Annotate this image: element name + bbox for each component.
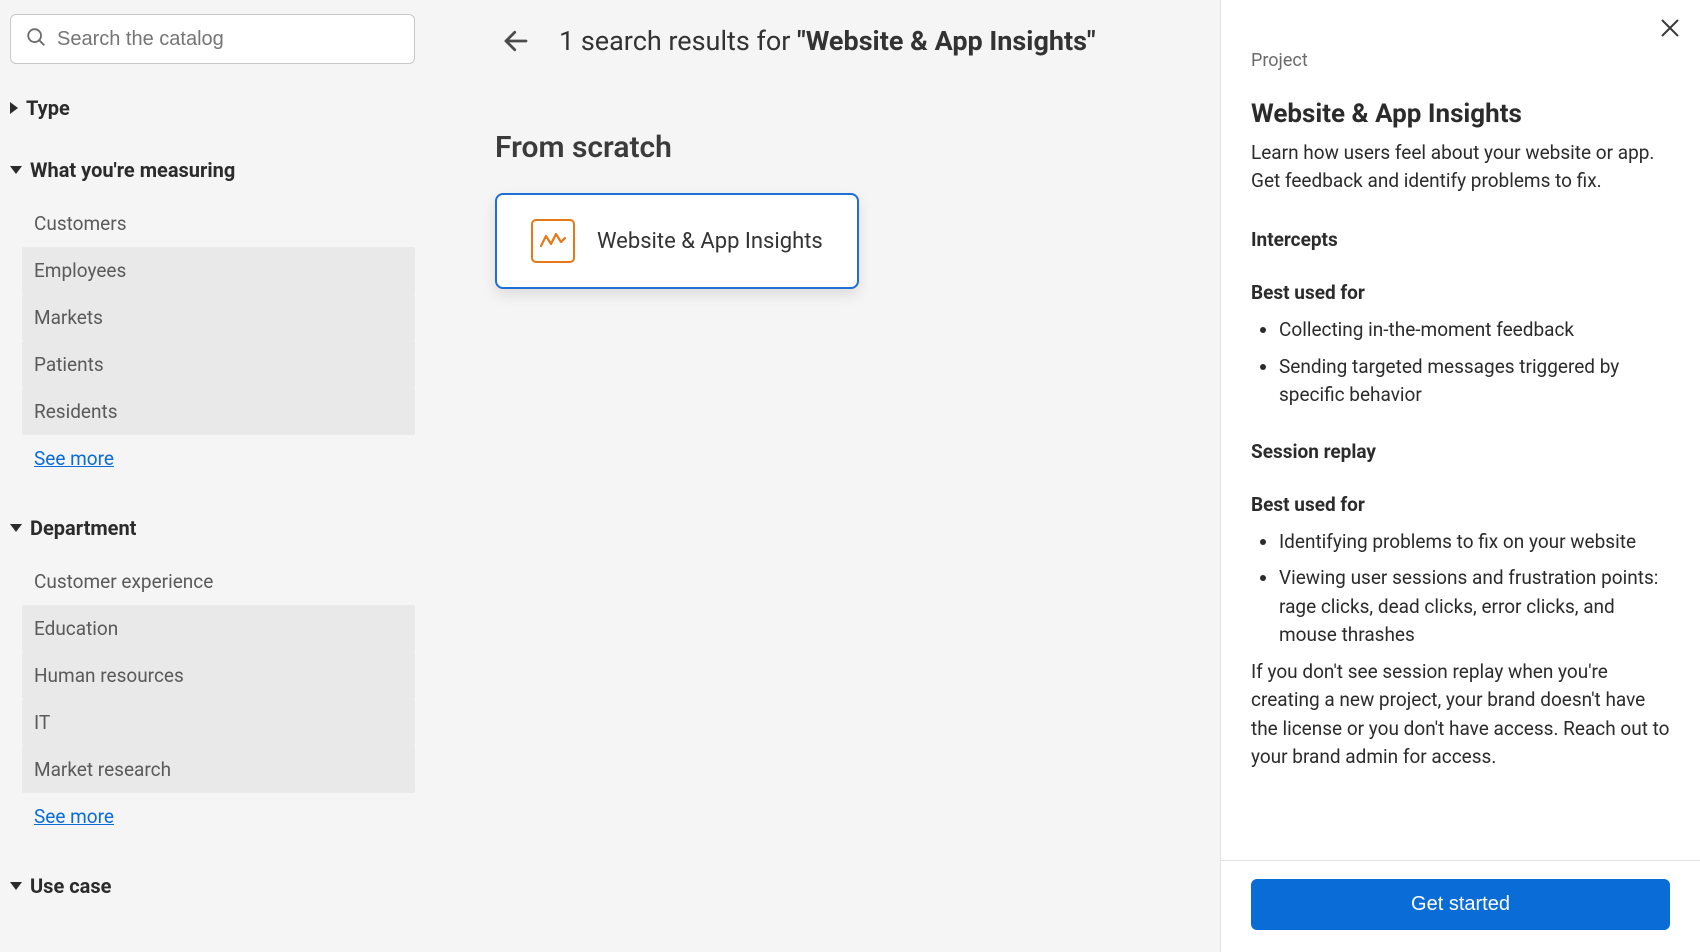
- filter-item[interactable]: Customers: [22, 200, 415, 247]
- best-used-for-label: Best used for: [1251, 281, 1670, 304]
- filter-item[interactable]: Patients: [22, 341, 415, 388]
- filter-item[interactable]: Employees: [22, 247, 415, 294]
- search-field-wrapper[interactable]: [10, 14, 415, 64]
- filter-item[interactable]: Human resources: [22, 652, 415, 699]
- filter-measuring-label: What you're measuring: [30, 158, 235, 182]
- detail-kicker: Project: [1251, 50, 1670, 71]
- detail-panel: Project Website & App Insights Learn how…: [1220, 0, 1700, 952]
- arrow-left-icon: [501, 26, 531, 56]
- filter-type-label: Type: [26, 96, 70, 120]
- insights-icon: [531, 219, 575, 263]
- best-used-for-label: Best used for: [1251, 493, 1670, 516]
- chevron-right-icon: [10, 102, 18, 114]
- replay-list: Identifying problems to fix on your webs…: [1251, 528, 1670, 650]
- filter-usecase[interactable]: Use case: [10, 870, 415, 902]
- filter-item[interactable]: Residents: [22, 388, 415, 435]
- search-icon: [25, 26, 47, 52]
- search-input[interactable]: [57, 28, 400, 51]
- detail-footer: Get started: [1221, 860, 1700, 952]
- detail-description: Learn how users feel about your website …: [1251, 139, 1670, 194]
- filter-usecase-label: Use case: [30, 874, 111, 898]
- chevron-down-icon: [10, 882, 22, 890]
- result-card-label: Website & App Insights: [597, 229, 823, 254]
- list-item: Identifying problems to fix on your webs…: [1279, 528, 1670, 557]
- sidebar: Type What you're measuring Customers Emp…: [0, 0, 425, 952]
- list-item: Collecting in-the-moment feedback: [1279, 316, 1670, 345]
- results-header-text: 1 search results for "Website & App Insi…: [559, 25, 1096, 57]
- filter-item[interactable]: IT: [22, 699, 415, 746]
- see-more-link[interactable]: See more: [22, 793, 126, 840]
- detail-body: Project Website & App Insights Learn how…: [1221, 0, 1700, 860]
- replay-note: If you don't see session replay when you…: [1251, 658, 1670, 772]
- results-prefix: 1 search results for: [559, 25, 797, 57]
- replay-heading: Session replay: [1251, 440, 1670, 463]
- filter-measuring[interactable]: What you're measuring: [10, 154, 415, 186]
- intercepts-heading: Intercepts: [1251, 228, 1670, 251]
- filter-measuring-items: Customers Employees Markets Patients Res…: [10, 200, 415, 482]
- filter-item[interactable]: Education: [22, 605, 415, 652]
- chevron-down-icon: [10, 524, 22, 532]
- filter-department[interactable]: Department: [10, 512, 415, 544]
- results-query: "Website & App Insights": [797, 25, 1095, 57]
- close-icon: [1660, 18, 1680, 38]
- list-item: Sending targeted messages triggered by s…: [1279, 353, 1670, 410]
- filter-item[interactable]: Customer experience: [22, 558, 415, 605]
- see-more-link[interactable]: See more: [22, 435, 126, 482]
- result-card[interactable]: Website & App Insights: [495, 193, 859, 289]
- list-item: Viewing user sessions and frustration po…: [1279, 564, 1670, 650]
- get-started-button[interactable]: Get started: [1251, 879, 1670, 930]
- close-button[interactable]: [1656, 14, 1684, 48]
- intercepts-list: Collecting in-the-moment feedback Sendin…: [1251, 316, 1670, 410]
- filter-department-label: Department: [30, 516, 136, 540]
- filter-item[interactable]: Markets: [22, 294, 415, 341]
- filter-item[interactable]: Market research: [22, 746, 415, 793]
- filter-type[interactable]: Type: [10, 92, 415, 124]
- back-button[interactable]: [495, 20, 537, 62]
- detail-title: Website & App Insights: [1251, 99, 1670, 129]
- chevron-down-icon: [10, 166, 22, 174]
- filter-department-items: Customer experience Education Human reso…: [10, 558, 415, 840]
